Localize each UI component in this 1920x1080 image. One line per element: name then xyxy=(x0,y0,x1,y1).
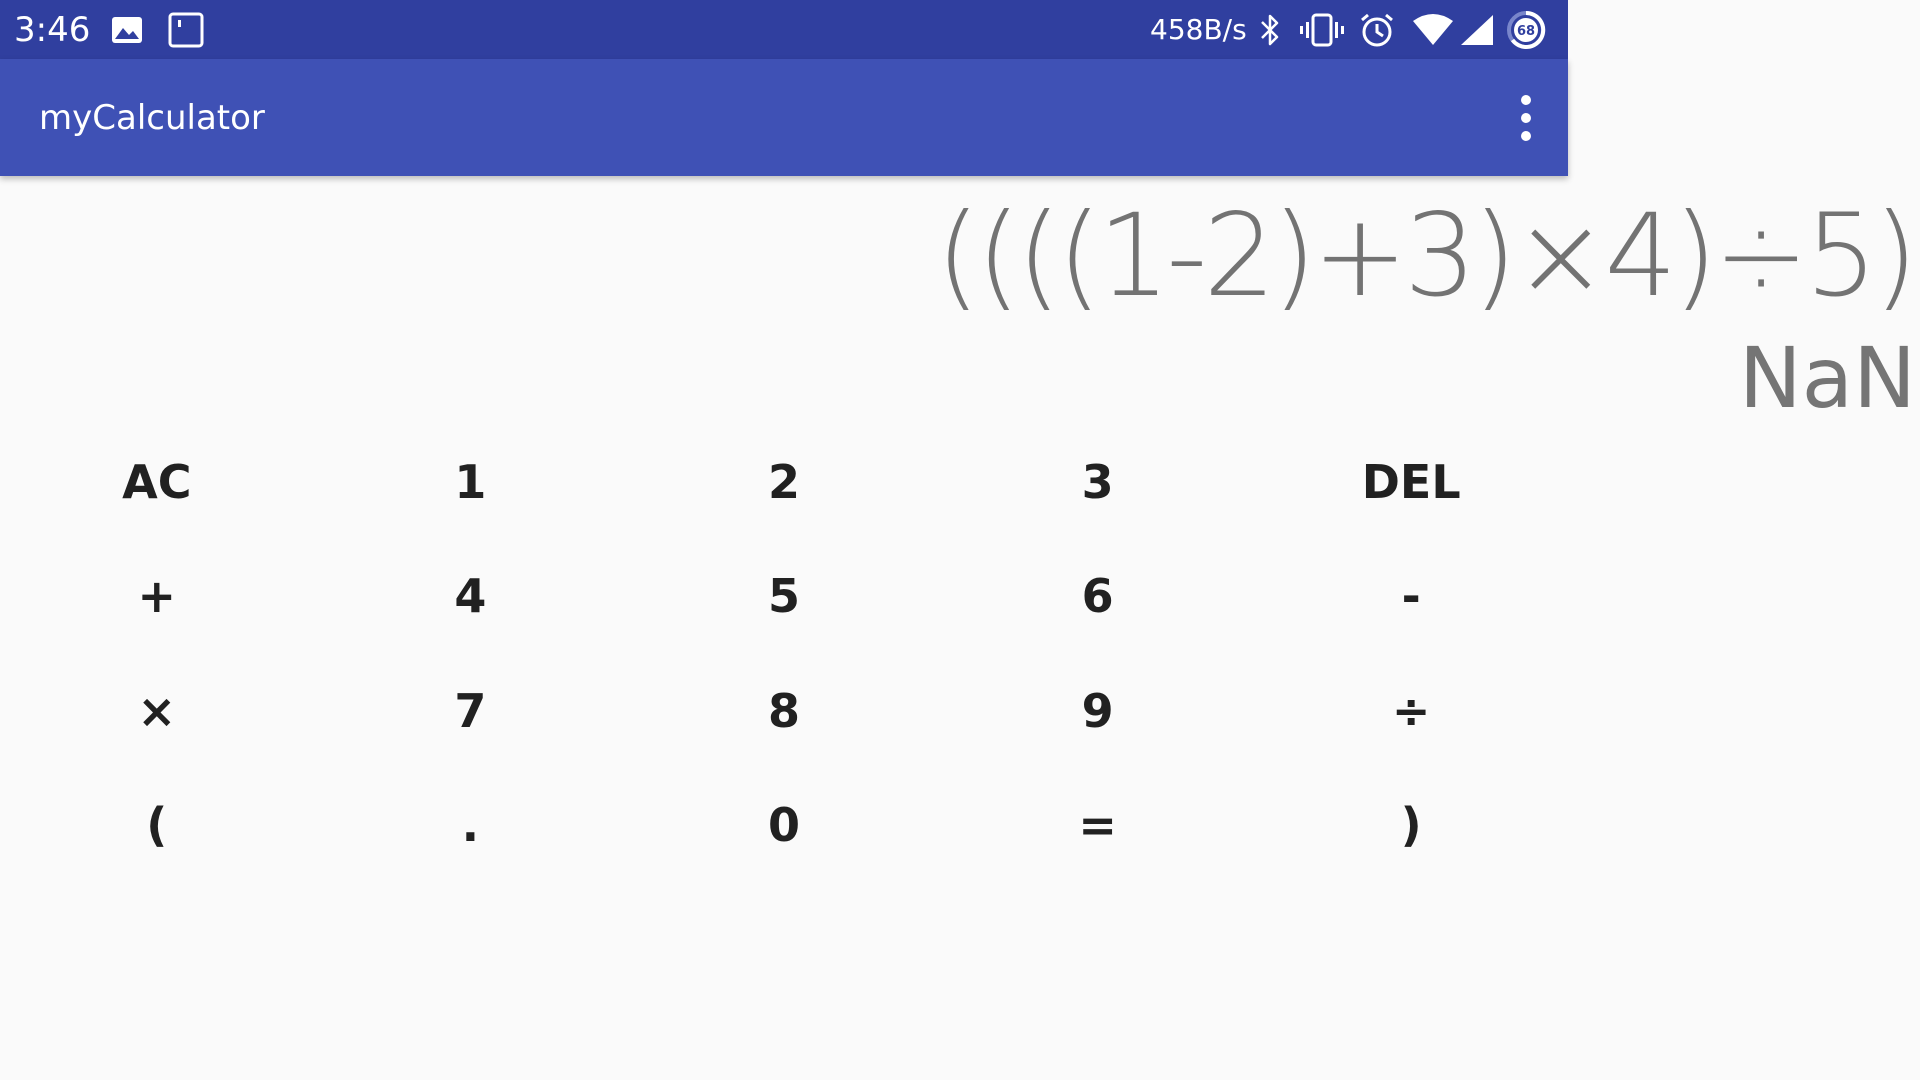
key-divide[interactable]: ÷ xyxy=(1254,654,1568,768)
expression-display: ((((1-2)+3)×4)÷5) xyxy=(935,189,1918,322)
key-clear[interactable]: AC xyxy=(0,425,314,539)
wifi-icon xyxy=(1410,10,1456,50)
key-minus[interactable]: - xyxy=(1254,539,1568,653)
key-close-paren[interactable]: ) xyxy=(1254,768,1568,882)
key-3[interactable]: 3 xyxy=(941,425,1255,539)
notification-icon xyxy=(167,10,205,50)
key-8[interactable]: 8 xyxy=(627,654,941,768)
menu-dot xyxy=(1521,95,1531,105)
key-2[interactable]: 2 xyxy=(627,425,941,539)
vibrate-icon xyxy=(1298,10,1346,50)
key-9[interactable]: 9 xyxy=(941,654,1255,768)
battery-icon: 68 xyxy=(1506,10,1546,50)
key-1[interactable]: 1 xyxy=(314,425,628,539)
more-vert-icon[interactable] xyxy=(1514,95,1538,141)
key-0[interactable]: 0 xyxy=(627,768,941,882)
status-time: 3:46 xyxy=(14,10,91,50)
bluetooth-icon xyxy=(1256,10,1284,50)
status-bar: 3:46 458B/s 68 xyxy=(0,0,1568,59)
key-plus[interactable]: + xyxy=(0,539,314,653)
key-multiply[interactable]: × xyxy=(0,654,314,768)
battery-level: 68 xyxy=(1517,24,1535,39)
signal-icon xyxy=(1458,10,1496,50)
app-bar: myCalculator xyxy=(0,59,1568,176)
menu-dot xyxy=(1521,113,1531,123)
alarm-icon xyxy=(1358,10,1396,50)
result-display: NaN xyxy=(1738,329,1916,427)
key-equals[interactable]: = xyxy=(941,768,1255,882)
image-icon xyxy=(110,10,144,50)
app-title: myCalculator xyxy=(39,98,265,138)
keypad: AC 1 2 3 DEL + 4 5 6 - × 7 8 9 ÷ ( . 0 =… xyxy=(0,425,1568,882)
key-open-paren[interactable]: ( xyxy=(0,768,314,882)
key-delete[interactable]: DEL xyxy=(1254,425,1568,539)
menu-dot xyxy=(1521,131,1531,141)
key-7[interactable]: 7 xyxy=(314,654,628,768)
key-6[interactable]: 6 xyxy=(941,539,1255,653)
key-5[interactable]: 5 xyxy=(627,539,941,653)
key-decimal[interactable]: . xyxy=(314,768,628,882)
network-speed: 458B/s xyxy=(1150,13,1247,46)
key-4[interactable]: 4 xyxy=(314,539,628,653)
